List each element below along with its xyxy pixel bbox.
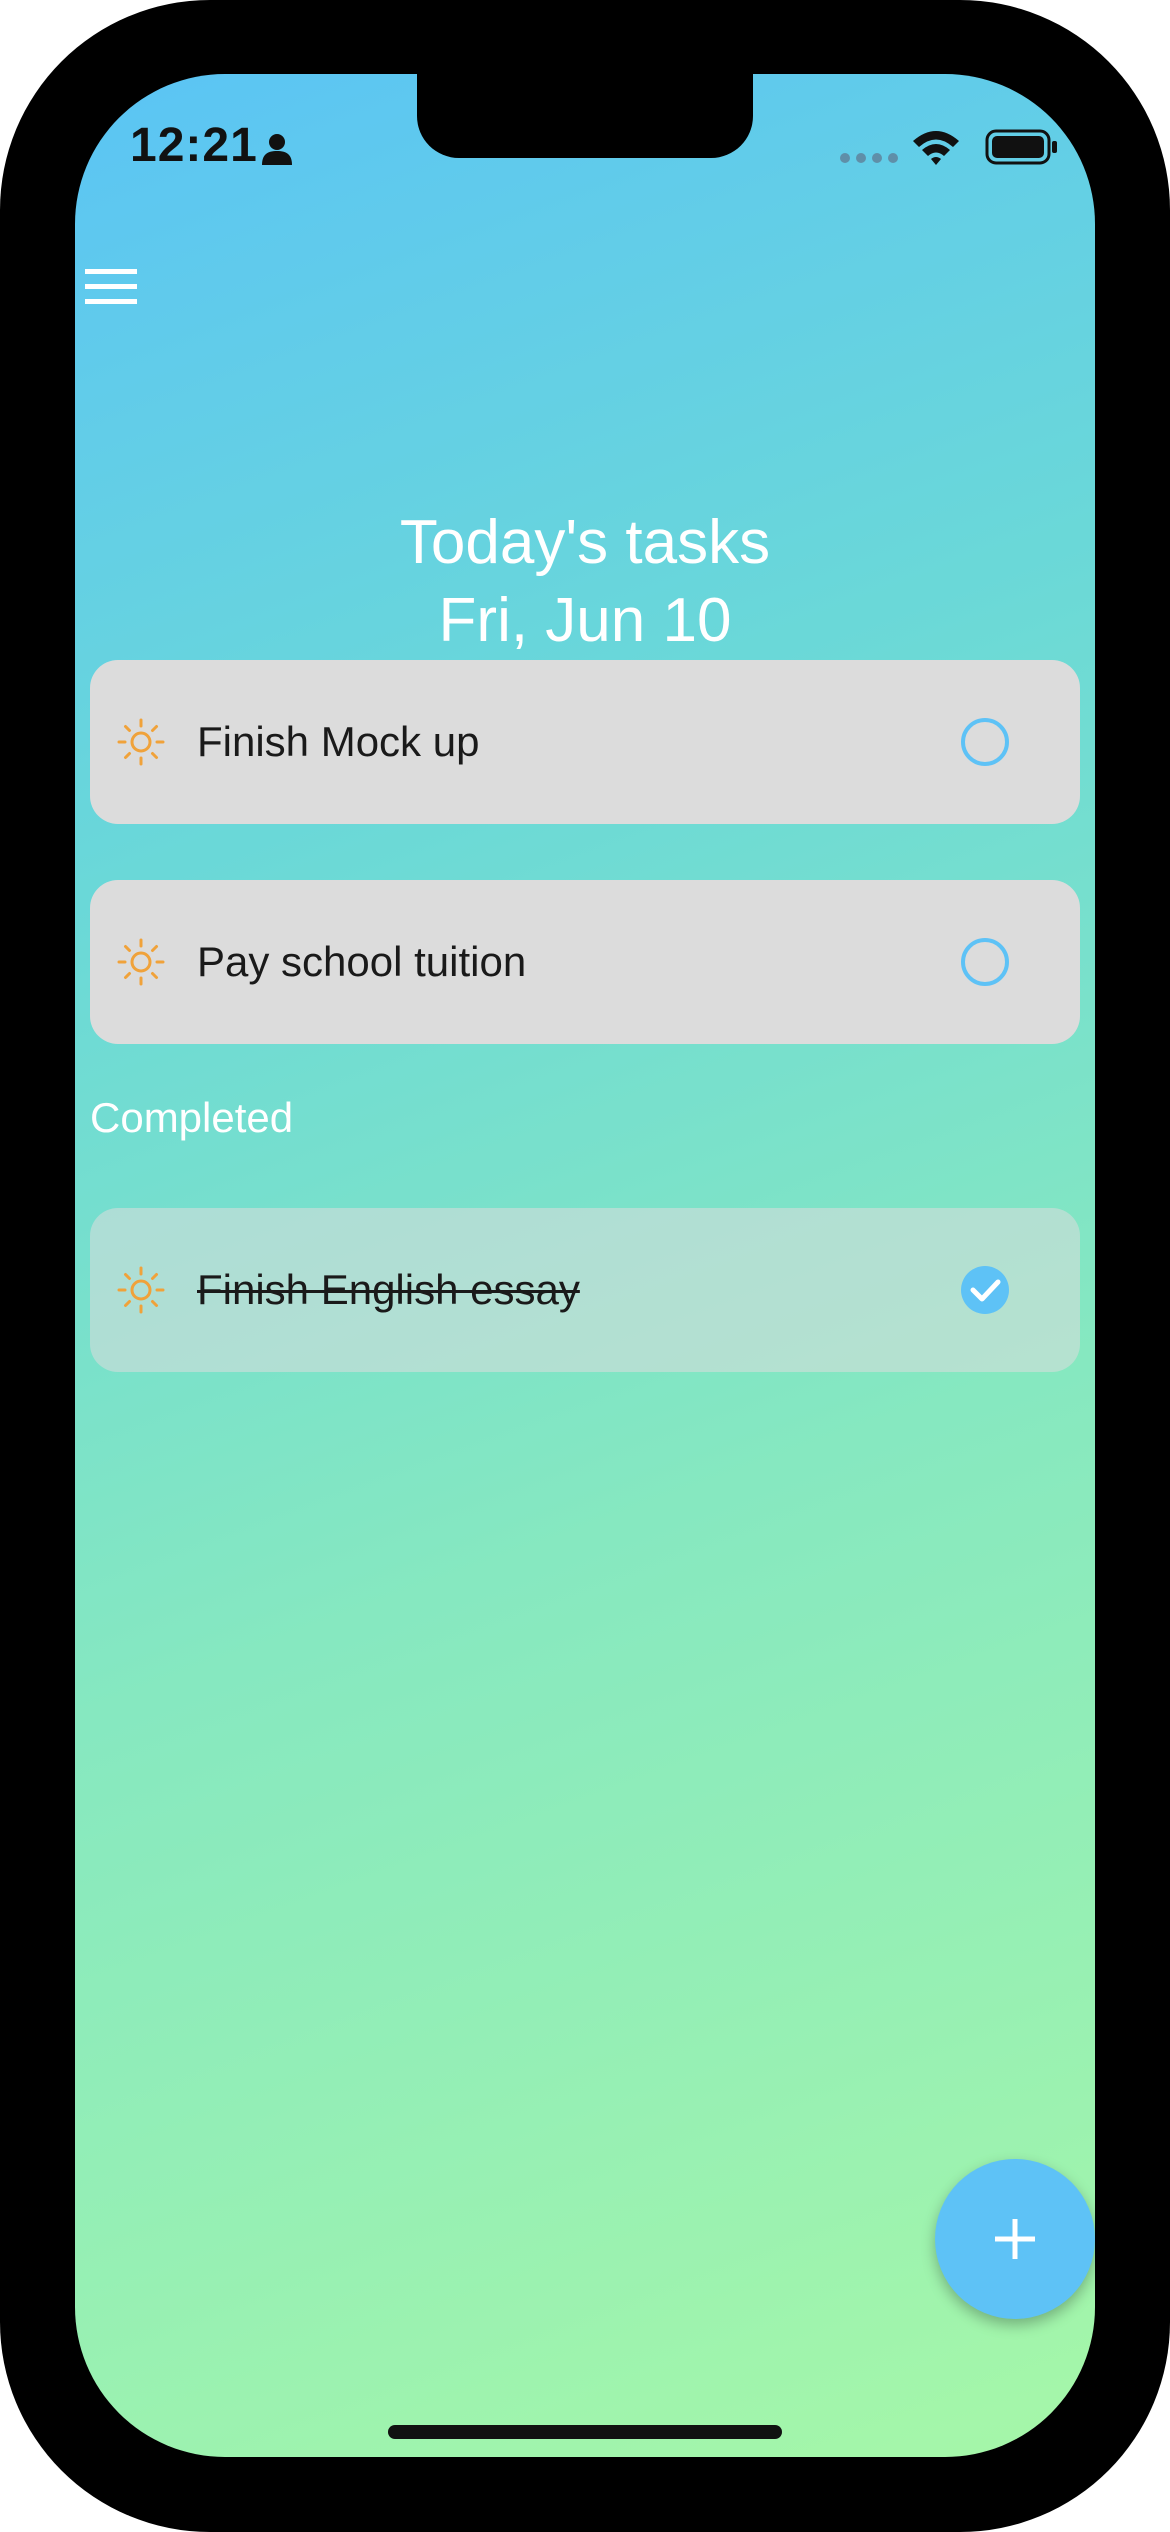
person-icon — [262, 134, 292, 165]
cellular-signal-icon — [840, 153, 898, 163]
checked-checkbox-icon[interactable] — [960, 1265, 1010, 1315]
task-label: Pay school tuition — [197, 938, 527, 985]
date-text: Fri, Jun 10 — [438, 586, 732, 655]
battery-icon — [985, 129, 1057, 165]
status-time: 12:21 — [130, 119, 258, 172]
sun-icon — [117, 938, 165, 986]
task-label: Finish English essay — [197, 1266, 580, 1313]
wifi-icon — [913, 131, 959, 165]
task-item[interactable]: Pay school tuition — [90, 880, 1080, 1044]
task-checkbox[interactable] — [960, 937, 1010, 987]
completed-section-header: Completed — [90, 1094, 294, 1141]
completed-task-item[interactable]: Finish English essay — [90, 1208, 1080, 1372]
title-text: Today's tasks — [399, 508, 771, 577]
hamburger-menu-icon[interactable] — [85, 267, 137, 307]
sun-icon — [117, 1266, 165, 1314]
task-item[interactable]: Finish Mock up — [90, 660, 1080, 824]
page-title: Today's tasks Fri, Jun 10 — [75, 504, 1095, 660]
sun-icon — [117, 718, 165, 766]
task-label: Finish Mock up — [197, 718, 480, 765]
task-checkbox[interactable] — [960, 717, 1010, 767]
plus-icon — [995, 2219, 1035, 2259]
app-screen: 12:21 Today's tasks Fri, Jun 10 Finish M… — [75, 74, 1095, 2457]
home-indicator[interactable] — [388, 2425, 782, 2439]
phone-frame: 12:21 Today's tasks Fri, Jun 10 Finish M… — [0, 0, 1170, 2532]
device-notch — [417, 74, 753, 158]
add-task-button[interactable] — [935, 2159, 1095, 2319]
